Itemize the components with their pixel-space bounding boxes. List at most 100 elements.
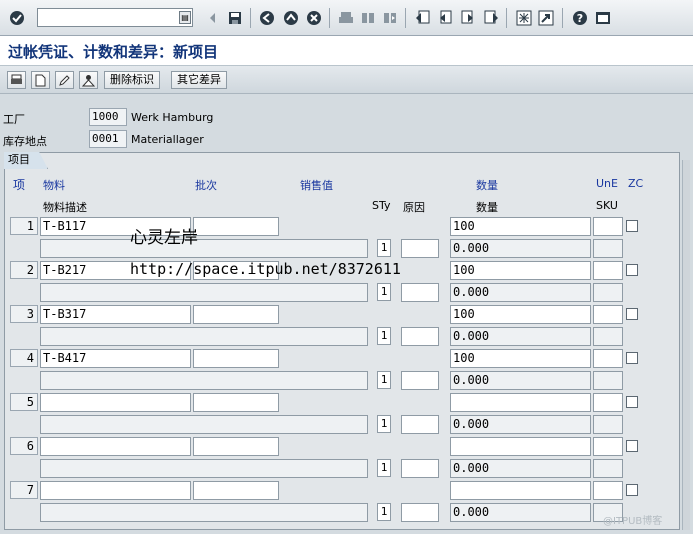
print-icon[interactable] <box>7 71 26 89</box>
delete-flag-button[interactable]: 删除标识 <box>104 71 160 89</box>
cancel-icon[interactable] <box>305 9 323 27</box>
plant-field[interactable]: 1000 <box>89 108 127 126</box>
material-field[interactable] <box>40 393 191 412</box>
row-number: 6 <box>10 437 38 455</box>
material-field[interactable] <box>40 437 191 456</box>
material-field[interactable] <box>40 481 191 500</box>
batch-field[interactable] <box>193 481 279 500</box>
save-icon[interactable] <box>226 9 244 27</box>
reason-field[interactable] <box>401 503 439 522</box>
material-description-field <box>40 239 368 258</box>
row-number: 3 <box>10 305 38 323</box>
stock-type-field[interactable]: 1 <box>377 327 391 345</box>
quantity-field[interactable] <box>450 437 591 456</box>
sku-field <box>593 283 623 302</box>
reason-field[interactable] <box>401 459 439 478</box>
une-field[interactable] <box>593 437 623 456</box>
reason-field[interactable] <box>401 283 439 302</box>
sku-field <box>593 239 623 258</box>
stock-type-field[interactable]: 1 <box>377 459 391 477</box>
material-field[interactable]: T-B317 <box>40 305 191 324</box>
une-field[interactable] <box>593 349 623 368</box>
batch-field[interactable] <box>193 393 279 412</box>
sku-field <box>593 459 623 478</box>
batch-field[interactable] <box>193 437 279 456</box>
material-description-field <box>40 283 368 302</box>
storage-location-field[interactable]: 0001 <box>89 130 127 148</box>
col-stock-type: STy <box>372 199 391 212</box>
quantity-field[interactable]: 100 <box>450 261 591 280</box>
find-icon[interactable] <box>359 9 377 27</box>
col-sku: SKU <box>596 199 618 212</box>
enter-icon[interactable] <box>8 9 26 27</box>
command-history-dropdown-icon[interactable]: ▤ <box>179 11 191 24</box>
new-session-icon[interactable] <box>515 9 533 27</box>
quantity-field[interactable] <box>450 481 591 500</box>
une-field[interactable] <box>593 217 623 236</box>
new-document-icon[interactable] <box>31 71 50 89</box>
last-page-icon[interactable] <box>482 9 500 27</box>
stock-type-field[interactable]: 1 <box>377 239 391 257</box>
back-icon[interactable] <box>258 9 276 27</box>
history-back-icon[interactable] <box>204 9 222 27</box>
reason-field[interactable] <box>401 415 439 434</box>
col-quantity-sku: 数量 <box>476 201 498 214</box>
reason-field[interactable] <box>401 239 439 258</box>
batch-field[interactable] <box>193 349 279 368</box>
zc-checkbox[interactable] <box>626 484 638 496</box>
page-title: 过帐凭证、计数和差异：新项目 <box>8 43 219 61</box>
une-field[interactable] <box>593 481 623 500</box>
reason-field[interactable] <box>401 371 439 390</box>
plant-label: 工厂 <box>3 113 25 126</box>
stock-type-field[interactable]: 1 <box>377 503 391 521</box>
next-page-icon[interactable] <box>459 9 477 27</box>
stock-type-field[interactable]: 1 <box>377 371 391 389</box>
first-page-icon[interactable] <box>414 9 432 27</box>
zc-checkbox[interactable] <box>626 308 638 320</box>
layout-menu-icon[interactable] <box>594 9 612 27</box>
exit-icon[interactable] <box>282 9 300 27</box>
command-field[interactable]: ▤ <box>37 8 193 27</box>
stock-type-field[interactable]: 1 <box>377 283 391 301</box>
row-number: 2 <box>10 261 38 279</box>
quantity-sku-field: 0.000 <box>450 503 591 522</box>
help-icon[interactable]: ? <box>571 9 589 27</box>
quantity-sku-field: 0.000 <box>450 415 591 434</box>
col-sales-value: 销售值 <box>300 179 333 192</box>
stock-type-field[interactable]: 1 <box>377 415 391 433</box>
zc-checkbox[interactable] <box>626 352 638 364</box>
quantity-field[interactable]: 100 <box>450 305 591 324</box>
find-next-icon[interactable] <box>381 9 399 27</box>
quantity-sku-field: 0.000 <box>450 283 591 302</box>
quantity-field[interactable] <box>450 393 591 412</box>
col-batch: 批次 <box>195 179 217 192</box>
reason-field[interactable] <box>401 327 439 346</box>
une-field[interactable] <box>593 305 623 324</box>
quantity-field[interactable]: 100 <box>450 217 591 236</box>
material-field[interactable]: T-B417 <box>40 349 191 368</box>
previous-page-icon[interactable] <box>436 9 454 27</box>
quantity-field[interactable]: 100 <box>450 349 591 368</box>
col-item: 项 <box>13 178 26 192</box>
zc-checkbox[interactable] <box>626 220 638 232</box>
batch-field[interactable] <box>193 305 279 324</box>
zc-checkbox[interactable] <box>626 440 638 452</box>
col-quantity: 数量 <box>476 179 498 192</box>
command-input[interactable] <box>38 9 176 26</box>
other-differences-button[interactable]: 其它差异 <box>171 71 227 89</box>
shortcut-icon[interactable] <box>537 9 555 27</box>
zc-checkbox[interactable] <box>626 396 638 408</box>
print-icon[interactable] <box>337 9 355 27</box>
batch-field[interactable] <box>193 217 279 236</box>
une-field[interactable] <box>593 261 623 280</box>
une-field[interactable] <box>593 393 623 412</box>
edit-pencil-icon[interactable] <box>55 71 74 89</box>
row-number: 7 <box>10 481 38 499</box>
row-number: 5 <box>10 393 38 411</box>
material-description-field <box>40 459 368 478</box>
row-number: 1 <box>10 217 38 235</box>
vertical-scrollbar[interactable] <box>682 160 690 530</box>
person-scale-icon[interactable] <box>79 71 98 89</box>
quantity-sku-field: 0.000 <box>450 239 591 258</box>
zc-checkbox[interactable] <box>626 264 638 276</box>
